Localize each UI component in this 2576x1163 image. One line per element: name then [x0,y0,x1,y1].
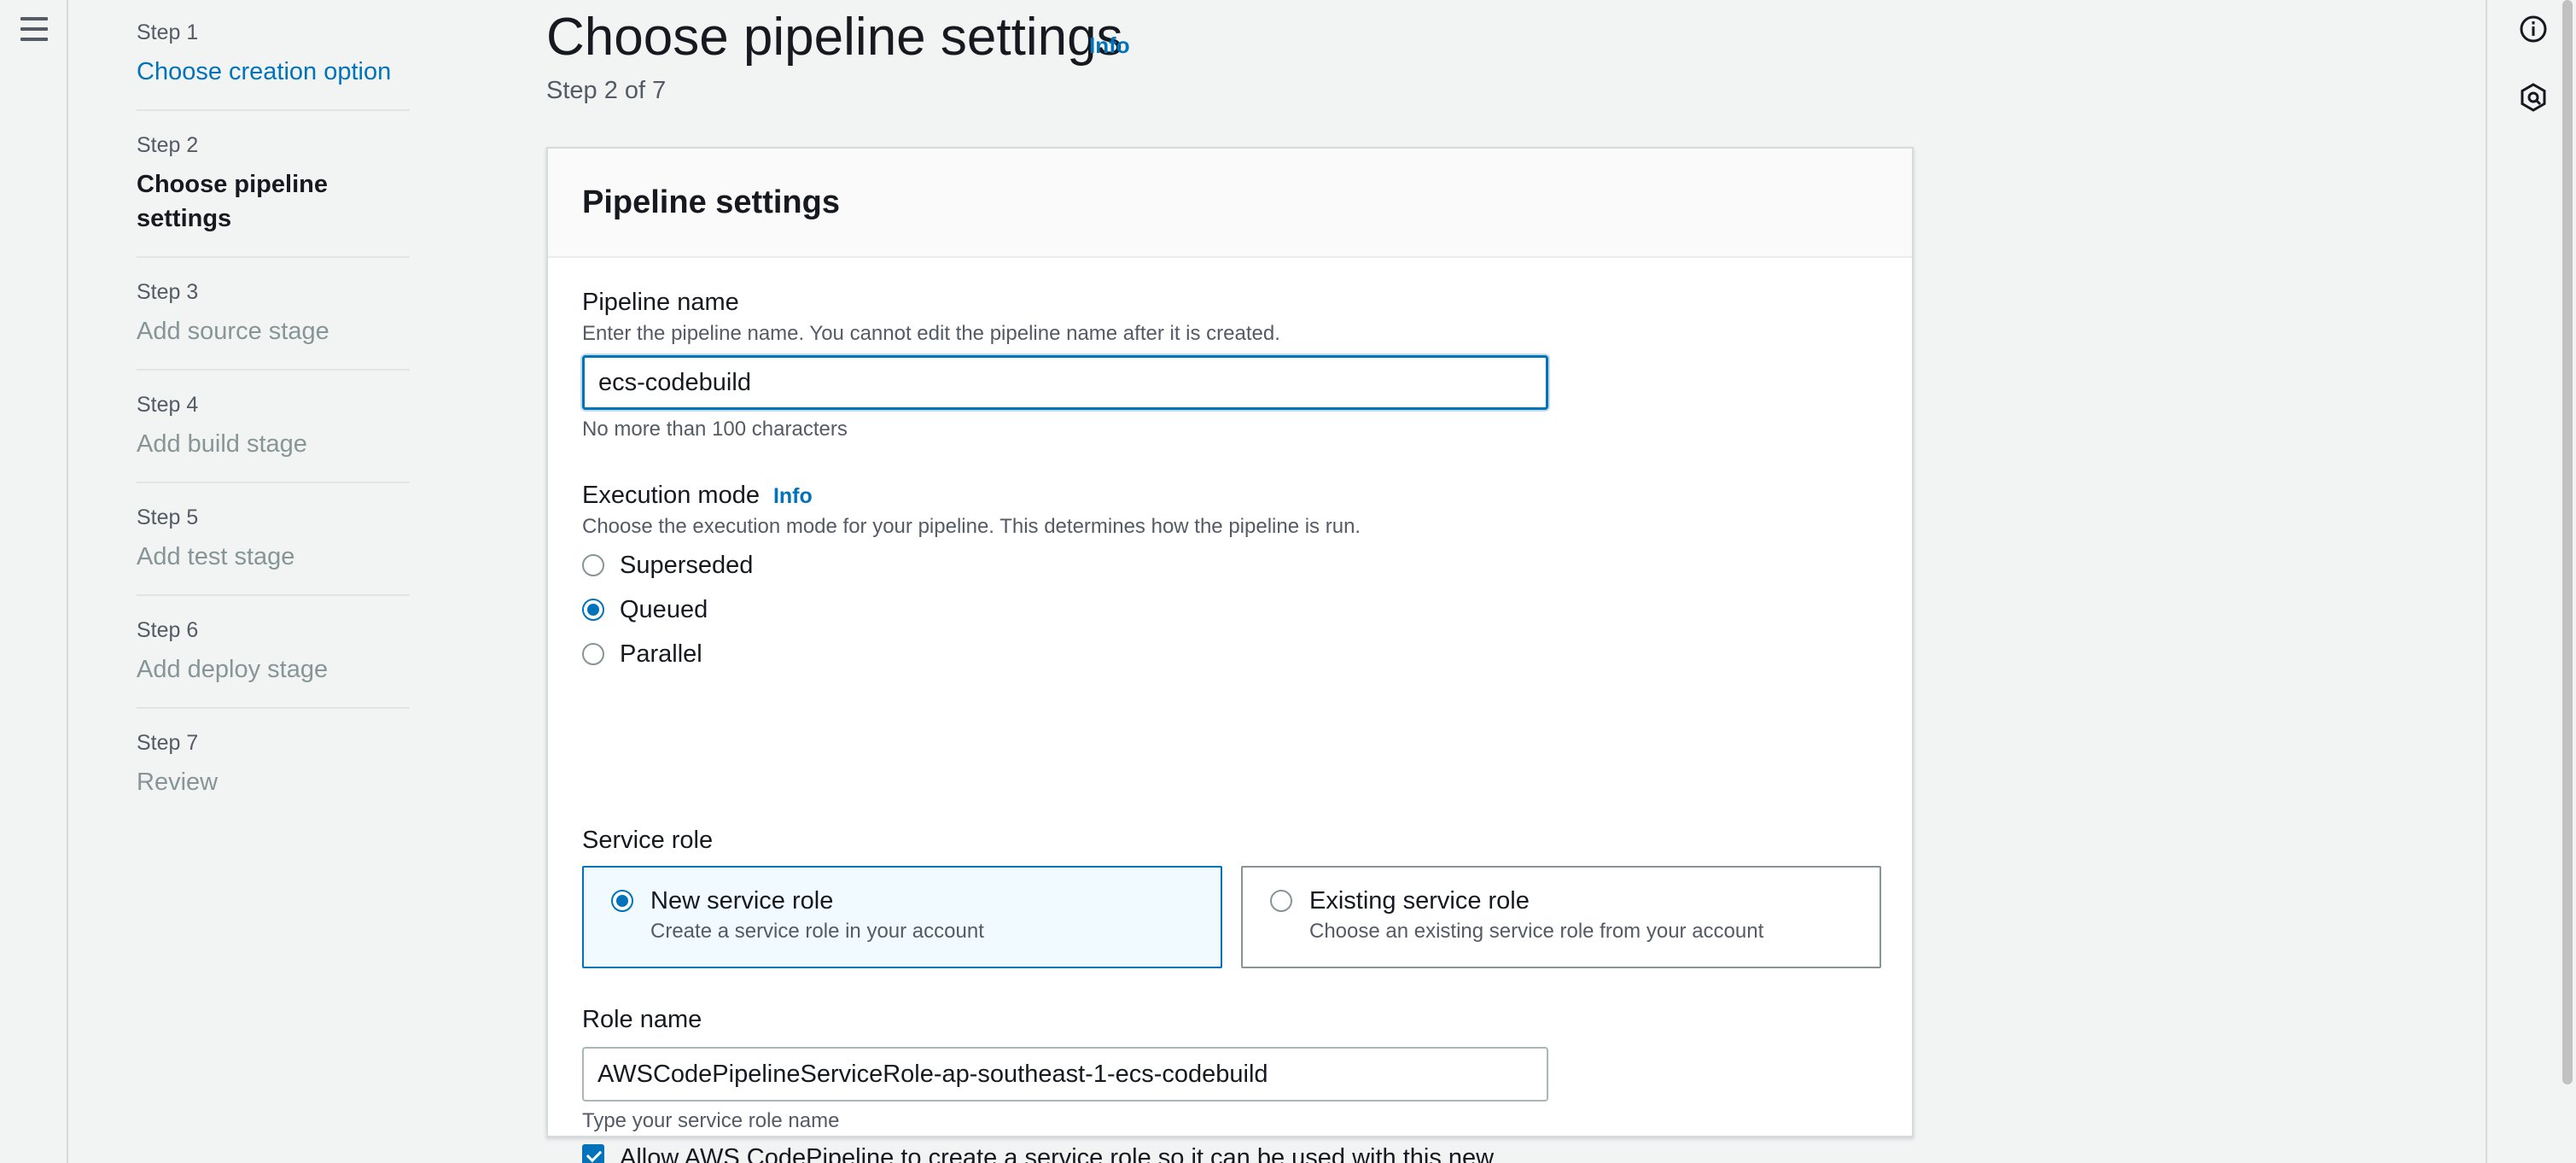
new-service-role-description: Create a service role in your account [650,920,984,943]
checkbox-text-line-1: Allow AWS CodePipeline to create a servi… [620,1144,1495,1163]
wizard-step-4: Step 4 Add build stage [137,391,410,483]
step-current-label: Choose pipeline settings [137,171,328,232]
new-service-role-tile[interactable]: New service role Create a service role i… [582,866,1222,968]
existing-service-role-radio[interactable] [1270,890,1292,912]
superseded-label: Superseded [620,551,754,579]
service-role-label: Service role [582,827,714,854]
hexagon-feedback-icon[interactable] [2518,82,2549,113]
step-label-review: Review [137,769,219,796]
step-number: Step 7 [137,731,199,755]
allow-create-role-checkbox-row[interactable]: Allow AWS CodePipeline to create a servi… [582,1139,1548,1163]
step-label-add-test-stage: Add test stage [137,543,295,570]
radio-option-parallel[interactable]: Parallel [582,632,1361,676]
wizard-step-1: Step 1 Choose creation option [137,19,410,111]
pipeline-name-input[interactable] [582,355,1548,410]
parallel-radio[interactable] [582,643,604,665]
info-circle-icon[interactable] [2518,14,2549,44]
wizard-steps-nav: Step 1 Choose creation option Step 2 Cho… [137,19,410,840]
page-title: Choose pipeline settings [546,8,1123,67]
pipeline-settings-panel: Pipeline settings Pipeline name Enter th… [546,147,1914,1163]
step-number: Step 6 [137,618,199,642]
step-number: Step 3 [137,280,199,304]
execution-mode-info-link[interactable]: Info [773,484,813,509]
pipeline-name-constraint: No more than 100 characters [582,418,848,441]
execution-mode-description: Choose the execution mode for your pipel… [582,515,1361,538]
step-number: Step 2 [137,133,199,157]
pipeline-name-label: Pipeline name [582,289,739,316]
role-name-hint: Type your service role name [582,1109,840,1132]
wizard-step-7: Step 7 Review [137,729,410,820]
left-rail [0,0,68,1163]
superseded-radio[interactable] [582,554,604,576]
existing-service-role-description: Choose an existing service role from you… [1309,920,1764,943]
execution-mode-label: Execution mode [582,482,760,509]
execution-mode-field: Execution mode Info Choose the execution… [582,478,1361,676]
allow-create-role-checkbox[interactable] [582,1144,604,1163]
radio-option-queued[interactable]: Queued [582,587,1361,632]
step-number: Step 4 [137,393,199,417]
wizard-step-3: Step 3 Add source stage [137,278,410,371]
step-label-add-deploy-stage: Add deploy stage [137,656,329,683]
new-service-role-title: New service role [650,887,834,915]
role-name-label: Role name [582,1006,702,1033]
step-number: Step 5 [137,506,199,529]
allow-create-role-text: Allow AWS CodePipeline to create a servi… [620,1139,1494,1163]
existing-service-role-title: Existing service role [1309,887,1530,915]
wizard-step-5: Step 5 Add test stage [137,504,410,596]
role-name-field: Role name Type your service role name Al… [582,1002,1548,1163]
wizard-step-2: Step 2 Choose pipeline settings [137,131,410,258]
queued-label: Queued [620,595,708,623]
pipeline-name-description: Enter the pipeline name. You cannot edit… [582,322,1280,345]
wizard-step-6: Step 6 Add deploy stage [137,617,410,709]
panel-title: Pipeline settings [582,184,840,220]
step-label-add-source-stage: Add source stage [137,318,329,345]
step-number: Step 1 [137,20,199,44]
title-info-link[interactable]: Info [1089,32,1130,59]
step-label-add-build-stage: Add build stage [137,430,307,458]
step-indicator: Step 2 of 7 [546,77,667,104]
new-service-role-radio[interactable] [611,890,633,912]
queued-radio[interactable] [582,599,604,621]
step-link-choose-creation-option[interactable]: Choose creation option [137,55,410,89]
existing-service-role-tile[interactable]: Existing service role Choose an existing… [1241,866,1881,968]
role-name-input[interactable] [582,1047,1548,1102]
radio-option-superseded[interactable]: Superseded [582,543,1361,587]
hamburger-menu-icon[interactable] [20,17,48,41]
panel-header: Pipeline settings [548,149,1912,258]
scrollbar-thumb[interactable] [2562,0,2573,1084]
pipeline-name-field: Pipeline name Enter the pipeline name. Y… [582,285,1548,444]
execution-mode-radio-group: Superseded Queued Parallel [582,543,1361,676]
parallel-label: Parallel [620,640,702,668]
